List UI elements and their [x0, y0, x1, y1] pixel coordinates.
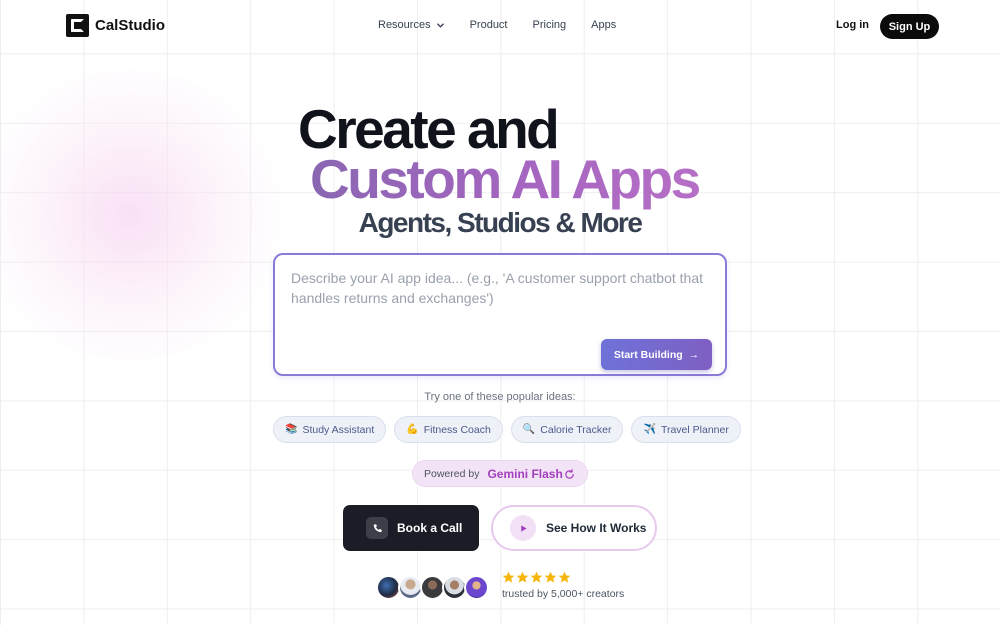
books-icon: 📚 [285, 424, 298, 435]
start-building-button[interactable]: Start Building → [601, 339, 712, 370]
trusted-by-text: trusted by 5,000+ creators [502, 588, 625, 600]
avatar [464, 575, 489, 600]
chip-label: Fitness Coach [423, 423, 491, 436]
idea-chip-fitness-coach[interactable]: 💪 Fitness Coach [394, 416, 503, 443]
hero-subtitle: Agents, Studios & More [358, 207, 643, 238]
chevron-down-icon [436, 22, 444, 28]
nav-item-product[interactable]: Product [470, 19, 508, 31]
calstudio-logo-icon [66, 14, 89, 37]
star-icon [516, 571, 529, 583]
phone-icon [366, 517, 388, 539]
brand-name: CalStudio [95, 17, 165, 34]
idea-chip-calorie-tracker[interactable]: 🔍 Calorie Tracker [510, 416, 624, 443]
play-icon [510, 515, 536, 541]
nav-item-apps[interactable]: Apps [591, 19, 616, 31]
nav-label: Product [469, 19, 508, 31]
star-icon [502, 571, 515, 583]
nav-label: Resources [378, 19, 431, 31]
see-how-it-works-label: See How It Works [546, 521, 647, 535]
idea-chip-study-assistant[interactable]: 📚 Study Assistant [273, 416, 387, 443]
flexed-arm-icon: 💪 [406, 424, 419, 435]
chip-label: Study Assistant [302, 423, 375, 436]
top-navigation: CalStudio Resources Product Pricing Apps… [0, 0, 1000, 54]
star-icon [544, 571, 557, 583]
powered-by-label: Powered by [424, 467, 480, 480]
model-name: Gemini Flash [487, 466, 563, 481]
ideas-label: Try one of these popular ideas: [424, 391, 576, 403]
chip-label: Travel Planner [660, 423, 729, 436]
creator-avatars [376, 575, 489, 600]
idea-chips: 📚 Study Assistant 💪 Fitness Coach 🔍 Calo… [273, 416, 741, 443]
main-nav: Resources Product Pricing Apps [378, 19, 641, 31]
brand-logo[interactable]: CalStudio [66, 14, 165, 37]
book-call-button[interactable]: Book a Call [343, 505, 479, 551]
idea-chip-travel-planner[interactable]: ✈️ Travel Planner [631, 416, 741, 443]
nav-item-pricing[interactable]: Pricing [533, 19, 567, 31]
arrow-right-icon: → [688, 348, 700, 361]
powered-by-badge: Powered by Gemini Flash [412, 460, 588, 487]
see-how-it-works-button[interactable]: See How It Works [491, 505, 657, 551]
nav-label: Apps [591, 19, 617, 31]
chip-label: Calorie Tracker [540, 423, 612, 436]
star-icon [558, 571, 571, 583]
nav-label: Pricing [532, 19, 567, 31]
magnifier-icon: 🔍 [522, 424, 536, 435]
star-icon [530, 571, 543, 583]
app-idea-input[interactable] [291, 268, 711, 328]
airplane-icon: ✈️ [643, 424, 656, 435]
signup-button[interactable]: Sign Up [880, 14, 939, 39]
app-idea-prompt-box: Start Building → [273, 253, 727, 376]
nav-item-resources[interactable]: Resources [378, 19, 445, 31]
login-link[interactable]: Log in [836, 19, 869, 31]
book-call-label: Book a Call [397, 521, 463, 535]
rating-stars [502, 571, 571, 584]
hero-title-line-2: Custom AI Apps [310, 148, 701, 210]
refresh-icon[interactable] [564, 469, 575, 480]
start-building-label: Start Building [613, 348, 683, 361]
